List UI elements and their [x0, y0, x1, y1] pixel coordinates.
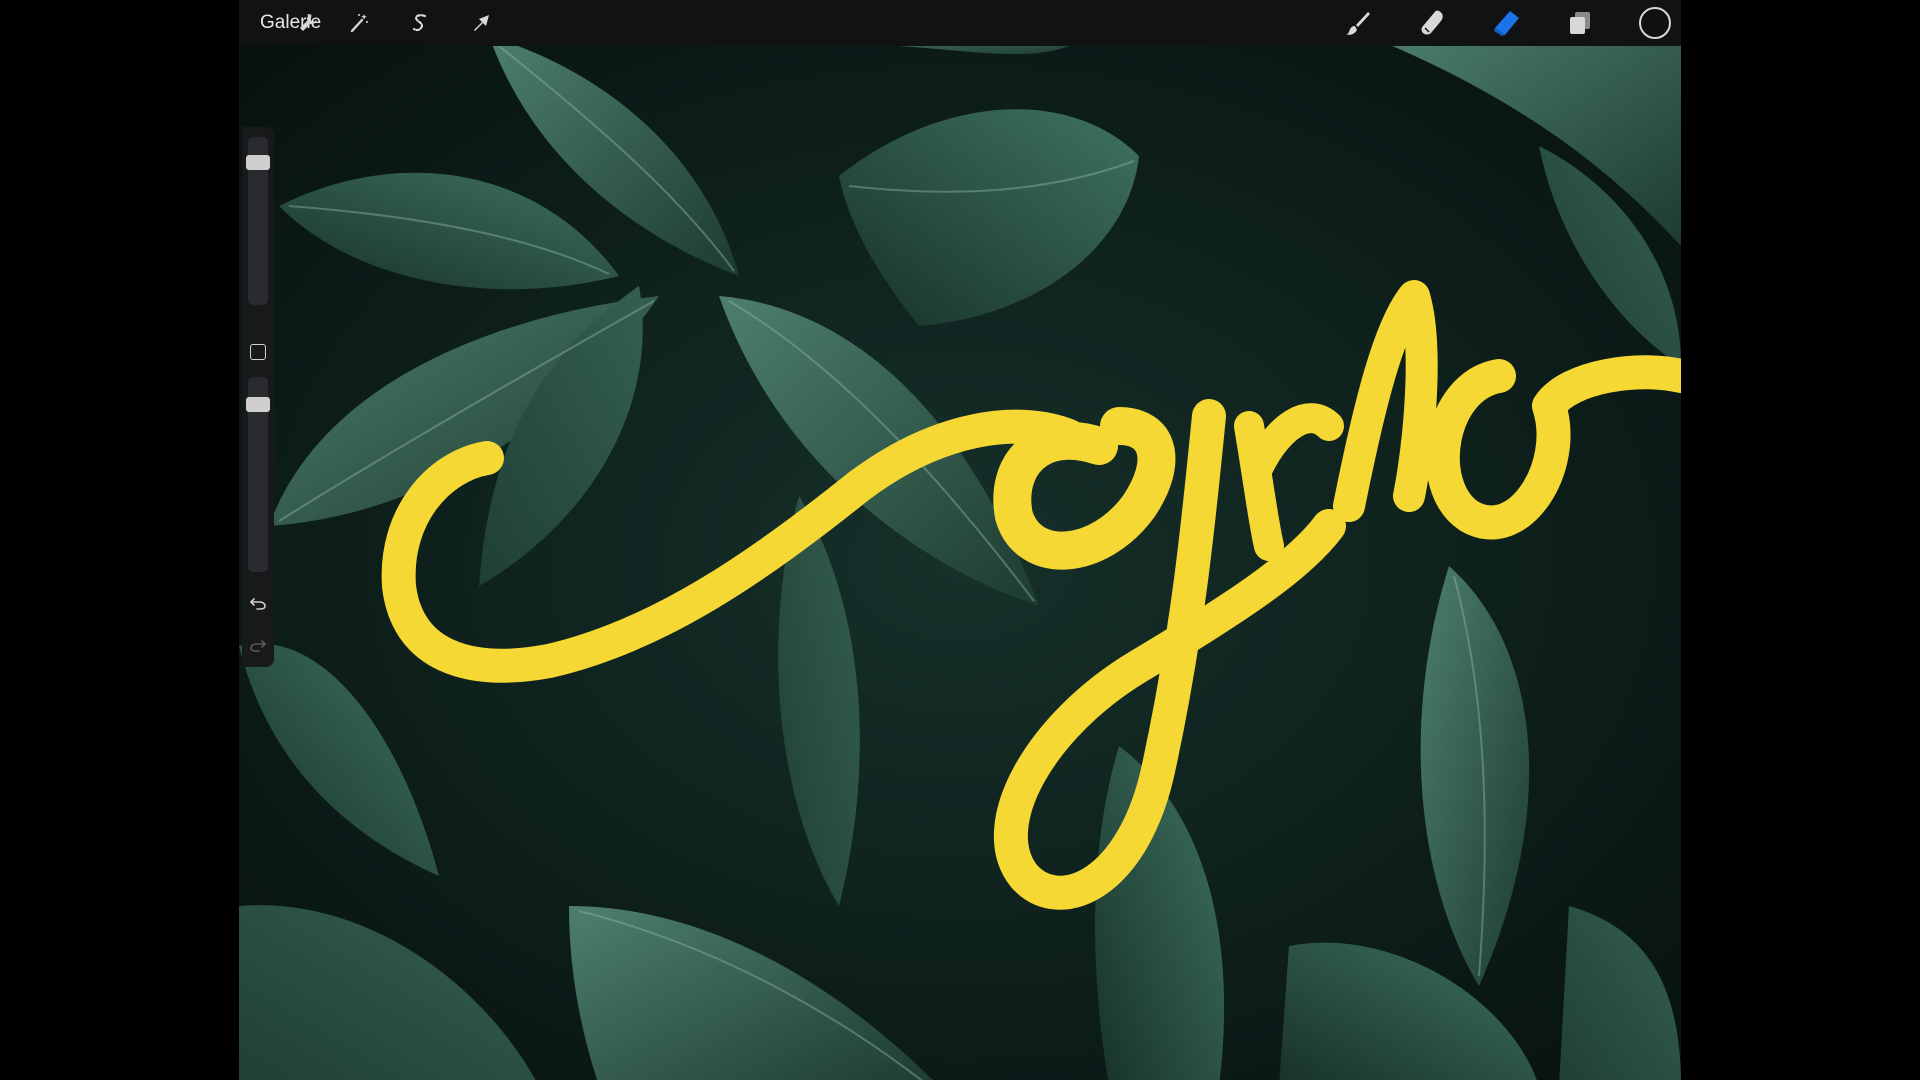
wrench-icon — [300, 14, 317, 31]
undo-icon — [250, 598, 266, 610]
selection-s-icon — [412, 14, 427, 32]
opacity-thumb[interactable] — [246, 397, 270, 412]
redo-button[interactable] — [248, 635, 268, 655]
brush-icon — [1346, 12, 1370, 35]
device-screen: Galerie — [239, 0, 1681, 1080]
magic-wand-icon — [350, 14, 368, 33]
arrow-cursor-icon — [474, 15, 489, 31]
adjustments-button[interactable] — [344, 8, 374, 38]
paint-tool-button[interactable] — [1343, 8, 1373, 38]
layers-button[interactable] — [1565, 8, 1595, 38]
color-button[interactable] — [1638, 6, 1672, 40]
erase-tool-button[interactable] — [1491, 8, 1521, 38]
transform-button[interactable] — [466, 8, 496, 38]
color-swatch-icon — [1639, 7, 1671, 39]
smudge-tool-button[interactable] — [1417, 8, 1447, 38]
procreate-app: Galerie — [0, 0, 1920, 1080]
opacity-slider[interactable] — [246, 377, 270, 572]
smudge-finger-icon — [1421, 10, 1443, 35]
modify-button[interactable] — [250, 344, 266, 360]
brush-size-thumb[interactable] — [246, 155, 270, 170]
undo-button[interactable] — [248, 593, 268, 613]
redo-icon — [250, 640, 266, 652]
actions-button[interactable] — [293, 8, 323, 38]
layers-icon — [1570, 12, 1590, 34]
drawing-canvas[interactable] — [239, 46, 1681, 1080]
top-toolbar: Galerie — [239, 0, 1681, 46]
artwork — [239, 46, 1681, 1080]
eraser-icon — [1494, 11, 1519, 36]
brush-size-slider[interactable] — [246, 137, 270, 305]
left-sidebar — [242, 127, 274, 667]
selection-button[interactable] — [405, 8, 435, 38]
